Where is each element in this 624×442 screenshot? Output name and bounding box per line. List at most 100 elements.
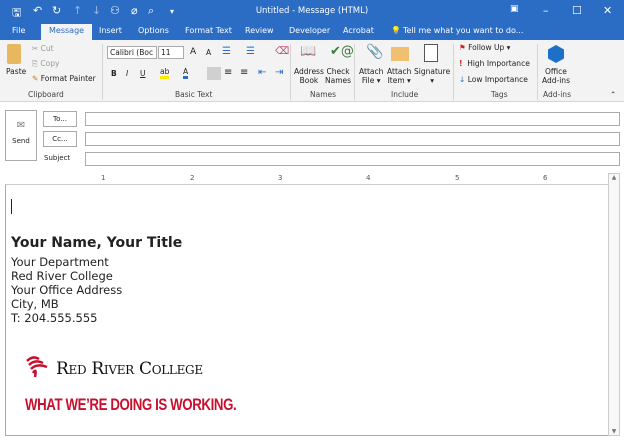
to-button[interactable]: To... [43, 111, 77, 127]
group-label-clipboard: Clipboard [28, 90, 64, 99]
ribbon-display-icon[interactable]: ▣ [510, 4, 519, 14]
group-label-tags: Tags [491, 90, 508, 99]
send-button[interactable]: ✉ Send [5, 110, 37, 161]
check-names-label: Check [326, 67, 350, 76]
tab-options[interactable]: Options [138, 26, 169, 35]
scroll-down-icon[interactable]: ▼ [609, 428, 619, 435]
ruler[interactable]: 1 2 3 4 5 6 [5, 173, 608, 185]
underline-button[interactable]: U [140, 69, 146, 78]
format-painter-button[interactable]: ✎ Format Painter [32, 74, 96, 83]
signature-line: T: 204.555.555 [11, 311, 98, 325]
group-label-addins: Add-ins [543, 90, 571, 99]
tab-format-text[interactable]: Format Text [185, 26, 232, 35]
check-names-icon: ✔@ [330, 44, 354, 59]
subject-input[interactable] [85, 152, 620, 166]
tab-developer[interactable]: Developer [289, 26, 330, 35]
align-center-icon[interactable]: ≡ [224, 67, 232, 78]
tab-acrobat[interactable]: Acrobat [343, 26, 374, 35]
ruler-tick-label: 2 [190, 174, 195, 182]
signature-line: City, MB [11, 297, 59, 311]
divider [102, 44, 103, 100]
envelope-icon [391, 47, 409, 61]
lightbulb-icon: 💡 [391, 26, 401, 35]
attach-file-button[interactable]: Attach File ▾ [359, 67, 383, 85]
college-tagline: WHAT WE’RE DOING IS WORKING. [25, 395, 237, 414]
vertical-scrollbar[interactable]: ▲ ▼ [608, 173, 620, 436]
signature-line: Your Department [11, 255, 109, 269]
signature-button[interactable]: Signature ▾ [414, 67, 450, 85]
divider [453, 44, 454, 100]
scroll-up-icon[interactable]: ▲ [609, 174, 619, 181]
send-label: Send [12, 137, 30, 145]
collapse-ribbon-icon[interactable]: ⌃ [610, 90, 616, 99]
tab-file[interactable]: File [12, 26, 25, 35]
highlight-icon[interactable]: ab [160, 67, 170, 79]
office-addins-label: Office [545, 67, 567, 76]
ribbon: Paste ✂ Cut ⎘ Copy ✎ Format Painter Clip… [0, 40, 624, 102]
signature-icon [424, 44, 438, 62]
decrease-indent-icon[interactable]: ⇤ [258, 67, 266, 78]
cut-button[interactable]: ✂ Cut [32, 44, 54, 53]
numbering-icon[interactable]: ☰ [246, 46, 255, 57]
office-addins-icon [548, 45, 564, 63]
address-book-label: Address [294, 67, 324, 76]
increase-indent-icon[interactable]: ⇥ [275, 67, 283, 78]
signature-name: Your Name, Your Title [11, 235, 183, 251]
divider [354, 44, 355, 100]
college-logo-text: Red River College [56, 359, 203, 379]
tab-insert[interactable]: Insert [99, 26, 122, 35]
format-painter-label: Format Painter [40, 74, 96, 83]
check-names-button[interactable]: Check Names [325, 67, 351, 85]
group-label-basic-text: Basic Text [175, 90, 213, 99]
tell-me-input[interactable]: Tell me what you want to do... [403, 26, 523, 35]
attach-item-label: Attach [387, 67, 412, 76]
divider [290, 44, 291, 100]
office-addins-button[interactable]: Office Add-ins [542, 67, 570, 85]
cc-input[interactable] [85, 132, 620, 146]
exclamation-icon: ! [459, 59, 463, 68]
send-icon: ✉ [16, 120, 26, 131]
group-label-include: Include [391, 90, 419, 99]
college-logo-icon [25, 355, 49, 379]
maximize-button[interactable]: ☐ [572, 4, 582, 17]
follow-up-button[interactable]: ⚑ Follow Up ▾ [459, 43, 510, 52]
clear-formatting-icon[interactable]: ⌫ [275, 46, 289, 57]
title-bar: 🖫 ↶ ↻ ↑ ↓ ⚇ ⌀ ⌕ ▾ Untitled - Message (HT… [0, 0, 624, 22]
ribbon-tabs: File Message Insert Options Format Text … [0, 22, 624, 40]
low-importance-label: Low Importance [467, 75, 528, 84]
align-right-icon[interactable]: ≡ [240, 67, 248, 78]
attach-item-button[interactable]: Attach Item ▾ [387, 67, 411, 85]
ruler-tick-label: 4 [366, 174, 371, 182]
address-book-button[interactable]: Address Book [294, 67, 324, 85]
minimize-button[interactable]: – [543, 4, 549, 17]
close-button[interactable]: ✕ [603, 4, 612, 17]
copy-button[interactable]: ⎘ Copy [32, 59, 59, 69]
paste-button[interactable]: Paste [6, 67, 26, 76]
paperclip-icon: 📎 [366, 44, 384, 60]
font-name-select[interactable]: Calibri (Boc [107, 46, 157, 59]
brush-icon: ✎ [32, 74, 39, 83]
cc-button[interactable]: Cc... [43, 131, 77, 147]
ruler-tick-label: 1 [101, 174, 106, 182]
to-input[interactable] [85, 112, 620, 126]
tab-review[interactable]: Review [245, 26, 274, 35]
ruler-tick-label: 5 [455, 174, 460, 182]
follow-up-label: Follow Up ▾ [468, 43, 511, 52]
bold-button[interactable]: B [111, 69, 117, 78]
italic-button[interactable]: I [126, 69, 128, 78]
check-names-label: Names [325, 76, 352, 85]
grow-font-icon[interactable]: A [190, 47, 196, 57]
tab-message[interactable]: Message [41, 24, 93, 40]
shrink-font-icon[interactable]: A [206, 48, 211, 57]
low-importance-button[interactable]: ↓ Low Importance [459, 75, 528, 84]
signature-label: Signature [414, 67, 451, 76]
bullets-icon[interactable]: ☰ [222, 46, 231, 57]
font-size-select[interactable]: 11 [158, 46, 184, 59]
font-color-icon[interactable]: A [183, 67, 189, 79]
ruler-tick-label: 6 [543, 174, 548, 182]
align-left-button[interactable] [207, 67, 221, 80]
high-importance-label: High Importance [467, 59, 530, 68]
high-importance-button[interactable]: ! High Importance [459, 59, 530, 68]
attach-file-label: File ▾ [361, 76, 381, 85]
address-book-label: Book [299, 76, 319, 85]
